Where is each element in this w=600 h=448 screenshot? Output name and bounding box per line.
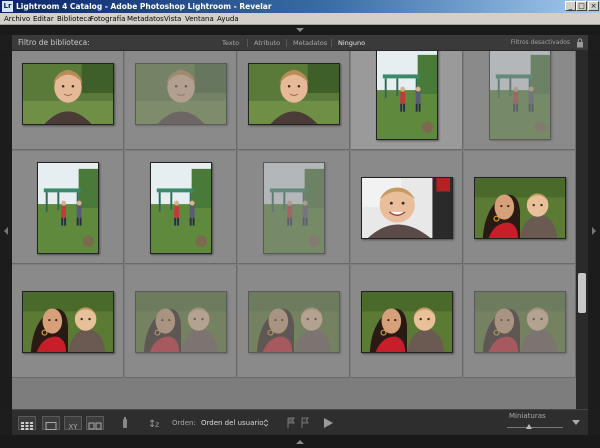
filter-tab-metadatos[interactable]: Metadatos [293,35,327,51]
scrollbar-thumb[interactable] [578,273,586,313]
left-panel-collapsed[interactable] [0,51,12,409]
menu-ventana[interactable]: Ventana [185,13,214,25]
grid-cell[interactable] [351,51,463,150]
compare-view-button[interactable]: XY [64,416,82,431]
flag-pick-icon[interactable] [286,417,296,429]
filter-separator [331,39,332,47]
grid-cell[interactable] [464,51,576,150]
photo-thumbnail[interactable] [361,177,453,239]
photo-thumbnail[interactable] [361,291,453,353]
menu-archivo[interactable]: Archivo [4,13,30,25]
flag-reject-icon[interactable] [300,417,310,429]
close-button[interactable]: × [588,1,599,11]
menu-ayuda[interactable]: Ayuda [217,13,239,25]
library-toolbar: XY ↕ z Orden: Orden del usuario Miniatur… [12,409,588,435]
thumbnail-size-slider[interactable] [507,427,563,428]
title-bar: Lr Lightroom 4 Catalog - Adobe Photoshop… [0,0,600,13]
grid-cell[interactable] [464,151,576,264]
top-panel-bar[interactable] [0,25,600,35]
filter-tab-texto[interactable]: Texto [222,35,239,51]
filter-tab-atributo[interactable]: Atributo [254,35,280,51]
compare-view-icon: XY [68,423,78,431]
photo-thumbnail[interactable] [248,63,340,125]
survey-view-button[interactable] [86,416,104,430]
window-title: Lightroom 4 Catalog - Adobe Photoshop Li… [16,2,272,11]
filter-tab-ninguno[interactable]: Ninguno [338,35,365,51]
grid-cell[interactable] [351,265,463,378]
filter-status-dropdown[interactable]: Filtros desactivados [511,35,570,51]
minimize-button[interactable]: _ [565,1,576,11]
svg-text:z: z [155,420,159,429]
filter-separator [286,39,287,47]
sort-label: Orden: [172,419,196,427]
grid-cell[interactable] [125,151,237,264]
photo-thumbnail[interactable] [474,291,566,353]
menu-metadatos[interactable]: Metadatos [127,13,164,25]
sort-order-dropdown[interactable]: Orden del usuario [201,410,264,436]
play-slideshow-icon[interactable] [322,417,334,429]
grid-view-icon [21,422,33,430]
thumbnail-size-slider-knob[interactable] [526,424,533,429]
photo-thumbnail[interactable] [489,51,551,140]
grid-cell[interactable] [12,151,124,264]
photo-thumbnail[interactable] [22,291,114,353]
photo-thumbnail[interactable] [474,177,566,239]
menu-biblioteca[interactable]: Biblioteca [57,13,92,25]
grid-cell[interactable] [125,265,237,378]
photo-thumbnail[interactable] [22,63,114,125]
photo-thumbnail[interactable] [37,162,99,254]
painter-spray-icon[interactable] [120,416,130,430]
lock-icon[interactable] [576,38,584,48]
toolbar-options-chevron-icon[interactable] [572,420,580,426]
grid-cell[interactable] [351,151,463,264]
grid-view-button[interactable] [18,416,36,430]
sort-direction-icon[interactable]: ↕ z [146,416,164,430]
grid-scrollbar[interactable] [576,51,588,409]
grid-cell[interactable] [12,51,124,150]
menu-bar: Archivo Editar Biblioteca Fotografía Met… [0,13,600,25]
loupe-view-icon [45,422,57,430]
loupe-view-button[interactable] [42,416,60,430]
grid-cell[interactable] [238,265,350,378]
photo-thumbnail[interactable] [135,63,227,125]
filmstrip-bar-collapsed[interactable] [0,435,600,448]
expand-left-panel-icon[interactable] [4,227,8,235]
lightroom-window: Lr Lightroom 4 Catalog - Adobe Photoshop… [0,0,600,448]
expand-right-panel-icon[interactable] [592,227,596,235]
svg-text:XY: XY [68,423,78,431]
grid-cell[interactable] [12,265,124,378]
grid-cell[interactable] [238,151,350,264]
library-filter-bar: Filtro de biblioteca: Texto Atributo Met… [12,35,588,51]
thumbnail-grid [12,51,576,409]
filter-label: Filtro de biblioteca: [18,38,90,47]
right-panel-collapsed[interactable] [588,51,600,409]
lightroom-app-icon: Lr [2,1,13,12]
survey-view-icon [88,422,102,430]
menu-editar[interactable]: Editar [33,13,54,25]
photo-thumbnail[interactable] [376,51,438,140]
expand-filmstrip-icon[interactable] [296,440,304,444]
expand-top-panel-icon[interactable] [296,28,304,32]
filter-separator [247,39,248,47]
photo-thumbnail[interactable] [135,291,227,353]
maximize-button[interactable]: □ [576,1,587,11]
grid-cell[interactable] [125,51,237,150]
photo-thumbnail[interactable] [150,162,212,254]
chevron-updown-icon[interactable] [263,419,269,427]
menu-vista[interactable]: Vista [164,13,181,25]
photo-thumbnail[interactable] [248,291,340,353]
grid-cell[interactable] [464,265,576,378]
photo-thumbnail[interactable] [263,162,325,254]
grid-cell[interactable] [238,51,350,150]
menu-fotografia[interactable]: Fotografía [90,13,125,25]
